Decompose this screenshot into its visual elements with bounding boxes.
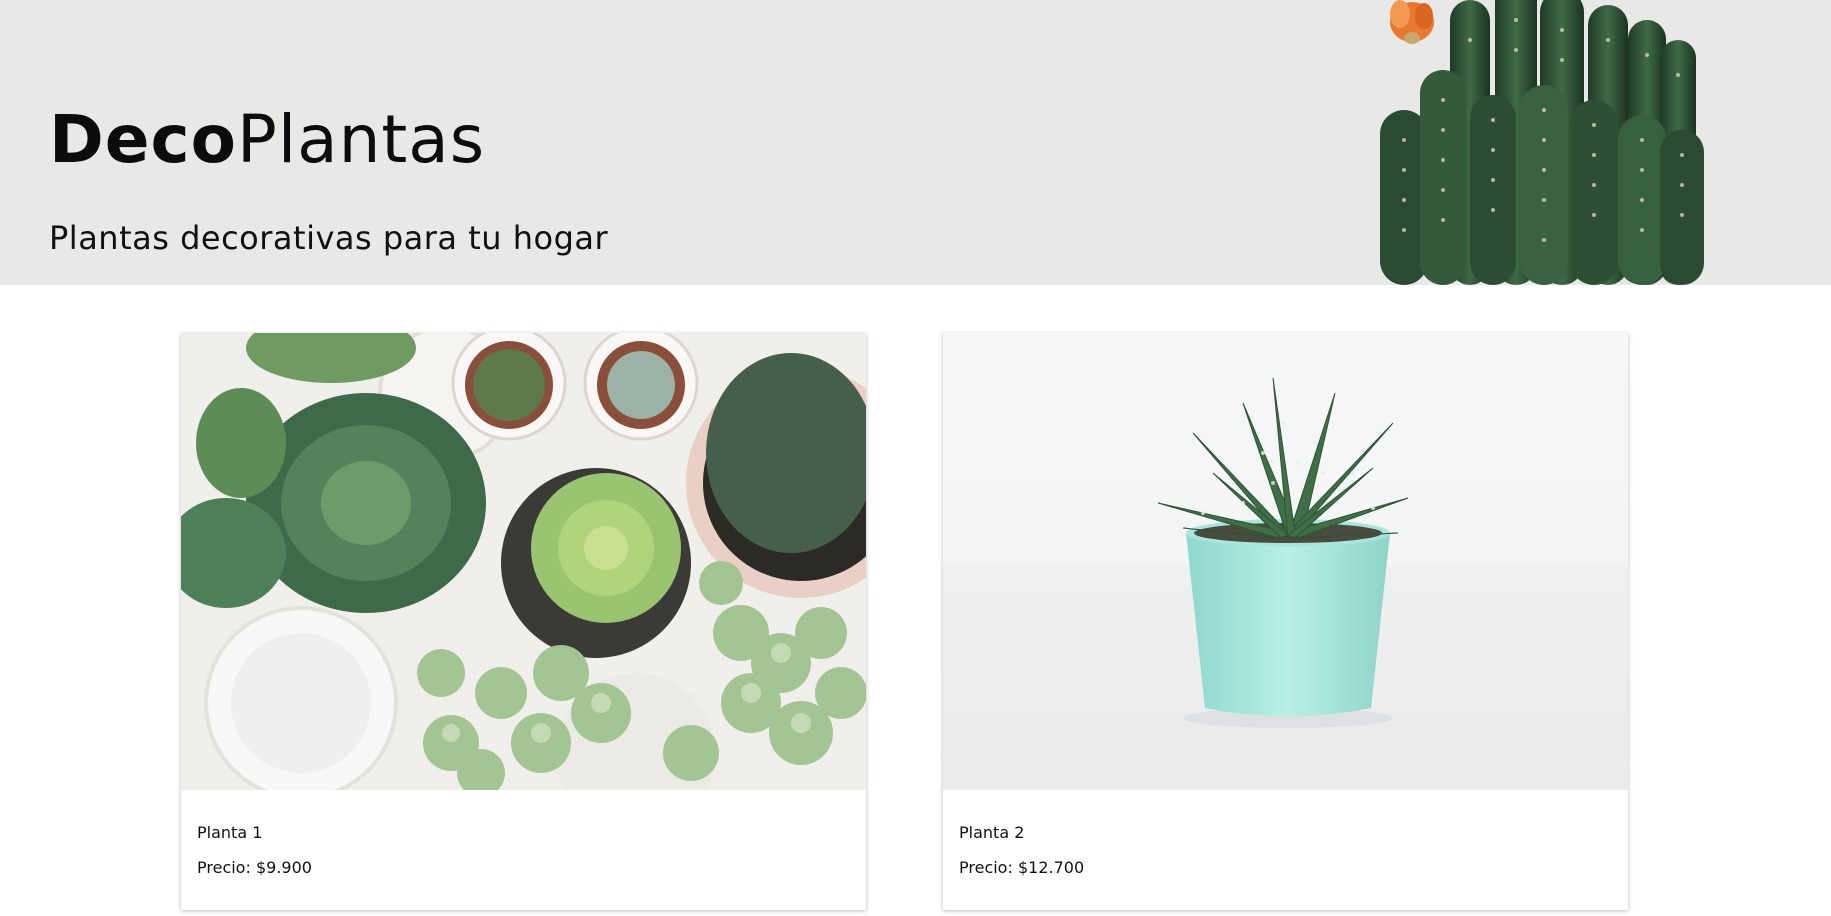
price-label: Precio: (959, 858, 1013, 877)
cactus-hero-image (1380, 0, 1704, 285)
hero-header: DecoPlantas Plantas decorativas para tu … (0, 0, 1831, 285)
brand-title-bold: Deco (49, 101, 238, 178)
brand-title: DecoPlantas (49, 100, 485, 180)
tagline: Plantas decorativas para tu hogar (49, 219, 609, 257)
product-price: Precio: $9.900 (197, 858, 312, 878)
price-value: $12.700 (1017, 858, 1085, 877)
price-label: Precio: (197, 858, 251, 877)
product-price: Precio: $12.700 (959, 858, 1084, 878)
price-value: $9.900 (255, 858, 312, 877)
succulents-product-image (181, 333, 866, 790)
brand-title-regular: Plantas (237, 101, 486, 178)
aloe-product-image (943, 333, 1628, 790)
product-card[interactable]: Planta 2 Precio: $12.700 (943, 333, 1628, 910)
product-card[interactable]: Planta 1 Precio: $9.900 (181, 333, 866, 910)
product-name: Planta 2 (959, 823, 1025, 842)
product-name: Planta 1 (197, 823, 263, 842)
